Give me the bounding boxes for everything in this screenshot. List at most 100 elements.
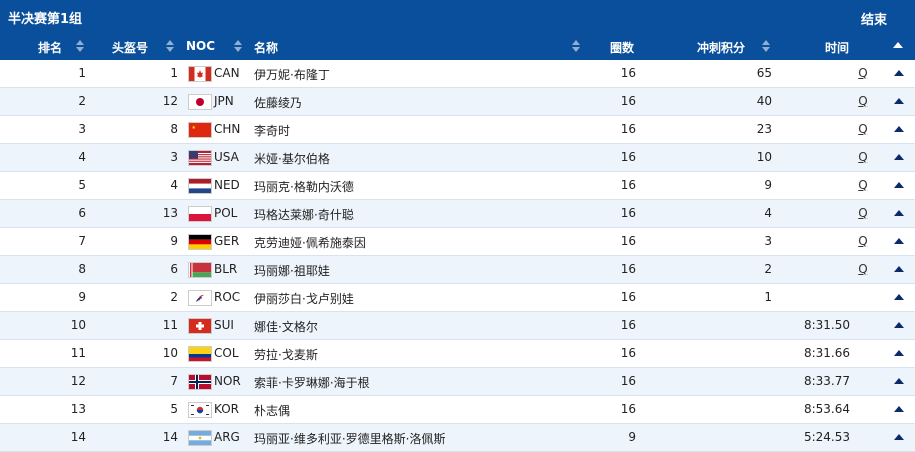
table-row[interactable]: 3 8 ★ CHN 李奇时 16 23 Q <box>0 116 915 144</box>
expand-row-icon[interactable] <box>894 182 904 188</box>
table-row[interactable]: 12 7 NOR 索菲·卡罗琳娜·海于根 16 8:33.77 <box>0 368 915 396</box>
table-row[interactable]: 7 9 GER 克劳迪娅·佩希施泰因 16 3 Q <box>0 228 915 256</box>
table-row[interactable]: 6 13 POL 玛格达莱娜·奇什聪 16 4 Q <box>0 200 915 228</box>
roc-flag-icon <box>188 290 212 306</box>
points-cell: 3 <box>764 234 772 248</box>
points-cell: 4 <box>764 206 772 220</box>
table-row[interactable]: 2 12 JPN 佐藤绫乃 16 40 Q <box>0 88 915 116</box>
rank-column-header[interactable]: 排名 <box>38 39 62 56</box>
expand-row-icon[interactable] <box>894 350 904 356</box>
laps-cell: 16 <box>620 206 636 220</box>
noc-cell: CAN <box>214 66 240 80</box>
noc-cell: ROC <box>214 290 241 304</box>
expand-row-icon[interactable] <box>894 434 904 440</box>
expand-row-icon[interactable] <box>894 238 904 244</box>
rank-cell: 8 <box>78 262 86 276</box>
athlete-name-cell[interactable]: 劳拉·戈麦斯 <box>254 346 318 363</box>
athlete-name-cell[interactable]: 朴志偶 <box>254 402 290 419</box>
table-row[interactable]: 9 2 ROC 伊丽莎白·戈卢别娃 16 1 <box>0 284 915 312</box>
qualification-badge: Q <box>858 178 868 192</box>
expand-row-icon[interactable] <box>894 294 904 300</box>
rank-cell: 13 <box>70 402 86 416</box>
noc-cell: NOR <box>214 374 241 388</box>
points-sort-icon[interactable] <box>762 40 770 52</box>
table-row[interactable]: 10 11 SUI 娜佳·文格尔 16 8:31.50 <box>0 312 915 340</box>
expand-row-icon[interactable] <box>894 210 904 216</box>
noc-cell: GER <box>214 234 240 248</box>
name-column-header[interactable]: 名称 <box>254 39 278 56</box>
athlete-name-cell[interactable]: 玛丽克·格勒内沃德 <box>254 178 354 195</box>
bib-cell: 5 <box>170 402 178 416</box>
athlete-name-cell[interactable]: 玛丽娜·祖耶娃 <box>254 262 330 279</box>
qualification-badge: Q <box>858 94 868 108</box>
table-row[interactable]: 14 14 ARG 玛丽亚·维多利亚·罗德里格斯·洛佩斯 9 5:24.53 <box>0 424 915 452</box>
table-row[interactable]: 5 4 NED 玛丽克·格勒内沃德 16 9 Q <box>0 172 915 200</box>
expand-row-icon[interactable] <box>894 126 904 132</box>
athlete-name-cell[interactable]: 玛丽亚·维多利亚·罗德里格斯·洛佩斯 <box>254 430 445 447</box>
bib-cell: 2 <box>170 290 178 304</box>
expand-row-icon[interactable] <box>894 322 904 328</box>
laps-cell: 16 <box>620 318 636 332</box>
noc-cell: CHN <box>214 122 241 136</box>
svg-text:★: ★ <box>192 125 197 131</box>
laps-cell: 16 <box>620 150 636 164</box>
table-row[interactable]: 1 1 CAN 伊万妮·布隆丁 16 65 Q <box>0 60 915 88</box>
laps-cell: 16 <box>620 346 636 360</box>
athlete-name-cell[interactable]: 玛格达莱娜·奇什聪 <box>254 206 354 223</box>
athlete-name-cell[interactable]: 伊丽莎白·戈卢别娃 <box>254 290 354 307</box>
athlete-name-cell[interactable]: 娜佳·文格尔 <box>254 318 318 335</box>
bib-sort-icon[interactable] <box>166 40 174 52</box>
bib-column-header[interactable]: 头盔号 <box>112 39 148 56</box>
time-cell: 8:31.50 <box>803 318 850 332</box>
time-cell: 5:24.53 <box>803 430 850 444</box>
table-row[interactable]: 8 6 BLR 玛丽娜·祖耶娃 16 2 Q <box>0 256 915 284</box>
table-row[interactable]: 11 10 COL 劳拉·戈麦斯 16 8:31.66 <box>0 340 915 368</box>
athlete-name-cell[interactable]: 索菲·卡罗琳娜·海于根 <box>254 374 370 391</box>
laps-cell: 16 <box>620 402 636 416</box>
bib-cell: 6 <box>170 262 178 276</box>
athlete-name-cell[interactable]: 佐藤绫乃 <box>254 94 302 111</box>
rank-cell: 2 <box>78 94 86 108</box>
laps-cell: 16 <box>620 234 636 248</box>
bib-cell: 13 <box>162 206 178 220</box>
expand-row-icon[interactable] <box>894 378 904 384</box>
athlete-name-cell[interactable]: 米娅·基尔伯格 <box>254 150 330 167</box>
rank-cell: 1 <box>78 66 86 80</box>
laps-column-header[interactable]: 圈数 <box>610 39 634 56</box>
ned-flag-icon <box>188 178 212 194</box>
expand-row-icon[interactable] <box>894 154 904 160</box>
results-header-bar: 半决赛第1组 结束 <box>0 0 915 32</box>
jpn-flag-icon <box>188 94 212 110</box>
qualification-badge: Q <box>858 206 868 220</box>
can-flag-icon <box>188 66 212 82</box>
points-cell: 23 <box>756 122 772 136</box>
qualification-badge: Q <box>858 66 868 80</box>
noc-cell: ARG <box>214 430 240 444</box>
noc-sort-icon[interactable] <box>234 40 242 52</box>
table-header: 排名 头盔号 NOC 名称 圈数 冲刺积分 时间 <box>0 32 915 60</box>
points-column-header[interactable]: 冲刺积分 <box>697 39 745 56</box>
pol-flag-icon <box>188 206 212 222</box>
expand-row-icon[interactable] <box>894 406 904 412</box>
rank-cell: 10 <box>70 318 86 332</box>
noc-cell: NED <box>214 178 240 192</box>
table-row[interactable]: 13 5 KOR 朴志偶 16 8:53.64 <box>0 396 915 424</box>
expand-row-icon[interactable] <box>894 266 904 272</box>
table-row[interactable]: 4 3 USA 米娅·基尔伯格 16 10 Q <box>0 144 915 172</box>
time-cell: 8:31.66 <box>803 346 850 360</box>
rank-sort-icon[interactable] <box>76 40 84 52</box>
noc-column-header[interactable]: NOC <box>186 39 215 53</box>
name-sort-icon[interactable] <box>572 40 580 52</box>
time-column-header[interactable]: 时间 <box>825 39 849 56</box>
athlete-name-cell[interactable]: 伊万妮·布隆丁 <box>254 66 330 83</box>
qualification-badge: Q <box>858 122 868 136</box>
noc-cell: SUI <box>214 318 234 332</box>
points-cell: 2 <box>764 262 772 276</box>
collapse-all-icon[interactable] <box>893 42 903 48</box>
expand-row-icon[interactable] <box>894 70 904 76</box>
expand-row-icon[interactable] <box>894 98 904 104</box>
athlete-name-cell[interactable]: 李奇时 <box>254 122 290 139</box>
athlete-name-cell[interactable]: 克劳迪娅·佩希施泰因 <box>254 234 366 251</box>
rank-cell: 12 <box>70 374 86 388</box>
rank-cell: 14 <box>70 430 86 444</box>
